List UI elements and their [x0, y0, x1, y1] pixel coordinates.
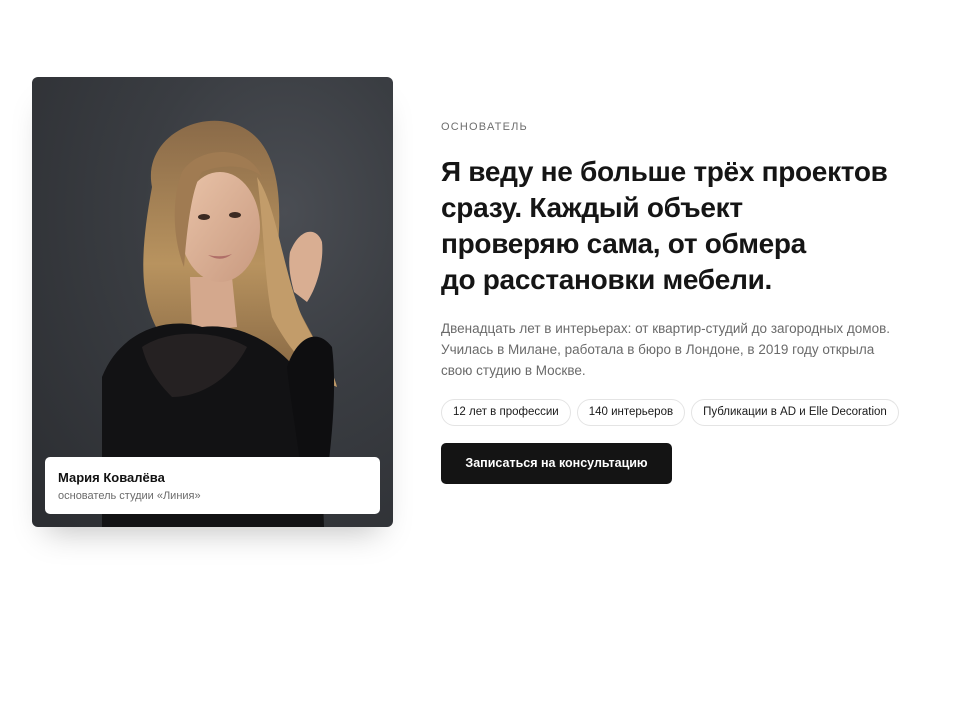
lead-line: Двенадцать лет в интерьерах: от квартир-…: [441, 321, 891, 336]
lead-paragraph: Двенадцать лет в интерьерах: от квартир-…: [441, 318, 941, 381]
founder-name: Мария Ковалёва: [58, 470, 165, 485]
founder-role: основатель студии «Линия»: [58, 490, 201, 502]
lead-line: свою студию в Москве.: [441, 363, 586, 378]
chip-publications: Публикации в AD и Elle Decoration: [691, 399, 899, 426]
chip-experience: 12 лет в профессии: [441, 399, 571, 426]
headline-line: проверяю сама, от обмера: [441, 228, 806, 259]
founder-photo-card: Мария Ковалёва основатель студии «Линия»: [32, 77, 393, 527]
founder-section: Мария Ковалёва основатель студии «Линия»…: [0, 0, 960, 720]
headline: Я веду не больше трёх проектов сразу. Ка…: [441, 154, 941, 298]
headline-line: сразу. Каждый объект: [441, 192, 743, 223]
facts-chips: 12 лет в профессии 140 интерьеров Публик…: [441, 399, 941, 426]
lead-line: Училась в Милане, работала в бюро в Лонд…: [441, 342, 875, 357]
book-consultation-button[interactable]: Записаться на консультацию: [441, 443, 672, 484]
headline-line: до расстановки мебели.: [441, 264, 772, 295]
chip-interiors: 140 интерьеров: [576, 399, 686, 426]
founder-content: ОСНОВАТЕЛЬ Я веду не больше трёх проекто…: [441, 120, 941, 484]
founder-caption-card: Мария Ковалёва основатель студии «Линия»: [45, 457, 380, 514]
section-eyebrow: ОСНОВАТЕЛЬ: [441, 121, 528, 133]
headline-line: Я веду не больше трёх проектов: [441, 156, 888, 187]
